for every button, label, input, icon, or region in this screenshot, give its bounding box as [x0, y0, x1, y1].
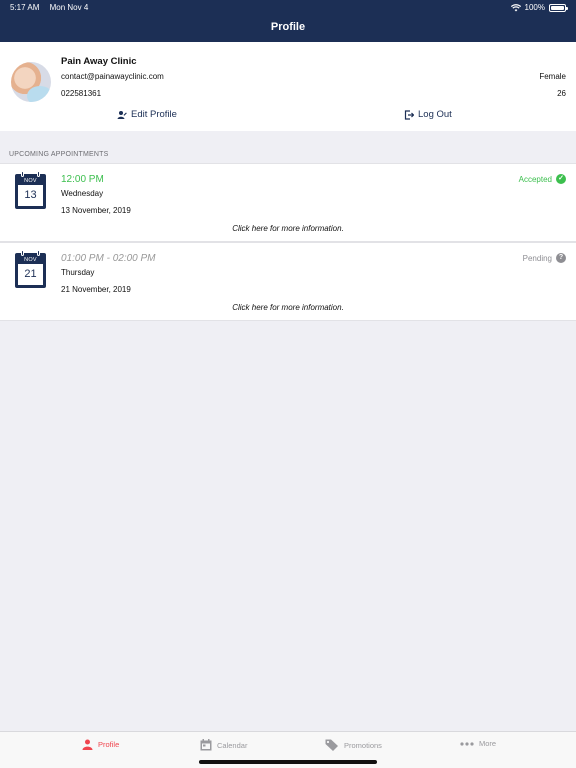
tab-profile-label: Profile — [98, 740, 120, 749]
log-out-button[interactable]: Log Out — [404, 109, 452, 120]
appointment-time: 01:00 PM - 02:00 PM — [61, 253, 156, 264]
status-time: 5:17 AM — [10, 3, 40, 12]
gender-text: Female — [539, 72, 566, 81]
status-label: Pending — [522, 253, 552, 263]
home-indicator[interactable] — [199, 760, 377, 764]
clinic-name: Pain Away Clinic — [61, 56, 137, 67]
calendar-day: 13 — [18, 185, 43, 206]
page-title: Profile — [270, 21, 306, 33]
appointment-card[interactable]: NOV 21 01:00 PM - 02:00 PM Thursday 21 N… — [0, 242, 576, 321]
tab-promotions[interactable]: Promotions — [325, 739, 382, 751]
calendar-month: NOV — [24, 178, 37, 184]
question-circle-icon: ? — [556, 253, 566, 263]
tab-calendar-label: Calendar — [217, 740, 248, 750]
calendar-icon — [200, 739, 212, 751]
edit-profile-button[interactable]: Edit Profile — [117, 109, 177, 120]
check-circle-icon: ✓ — [556, 174, 566, 184]
status-date: Mon Nov 4 — [49, 3, 89, 12]
appointment-date: 13 November, 2019 — [61, 206, 131, 215]
log-out-label: Log Out — [418, 109, 452, 120]
more-info-link[interactable]: Click here for more information. — [0, 303, 576, 312]
appointment-weekday: Thursday — [61, 268, 95, 277]
appointments-section-header: UPCOMING APPOINTMENTS — [9, 151, 109, 158]
wifi-icon — [510, 3, 521, 11]
status-label: Accepted — [518, 174, 552, 184]
avatar — [11, 62, 51, 102]
tag-icon — [325, 739, 338, 751]
email-text: contact@painawayclinic.com — [61, 72, 164, 81]
person-icon — [82, 739, 93, 750]
status-bar-right: 100% — [510, 3, 568, 12]
edit-profile-label: Edit Profile — [131, 109, 177, 120]
tab-more-label: More — [479, 739, 497, 748]
appointment-date: 21 November, 2019 — [61, 285, 131, 294]
tab-profile[interactable]: Profile — [82, 739, 119, 750]
battery-icon — [549, 3, 568, 12]
status-badge: Accepted ✓ — [519, 174, 566, 184]
profile-card: Pain Away Clinic contact@painawayclinic.… — [0, 42, 576, 131]
edit-user-icon — [117, 110, 127, 119]
calendar-date-icon: NOV 13 — [15, 171, 46, 209]
more-dots-icon — [460, 741, 474, 746]
tab-more[interactable]: More — [460, 739, 496, 748]
calendar-month: NOV — [24, 257, 37, 263]
navigation-bar: 5:17 AM Mon Nov 4 100% Profile — [0, 0, 576, 42]
phone-text: 022581361 — [61, 89, 102, 98]
tab-promotions-label: Promotions — [344, 740, 382, 750]
status-bar-left: 5:17 AM Mon Nov 4 — [10, 3, 96, 12]
age-text: 26 — [557, 89, 566, 98]
status-badge: Pending ? — [523, 253, 566, 263]
appointment-time: 12:00 PM — [61, 174, 104, 185]
appointment-weekday: Wednesday — [61, 189, 104, 198]
battery-percent: 100% — [524, 3, 545, 12]
more-info-link[interactable]: Click here for more information. — [0, 224, 576, 233]
log-out-icon — [404, 109, 414, 120]
tab-calendar[interactable]: Calendar — [200, 739, 247, 751]
calendar-day: 21 — [18, 264, 43, 285]
calendar-date-icon: NOV 21 — [15, 250, 46, 288]
appointment-card[interactable]: NOV 13 12:00 PM Wednesday 13 November, 2… — [0, 163, 576, 242]
